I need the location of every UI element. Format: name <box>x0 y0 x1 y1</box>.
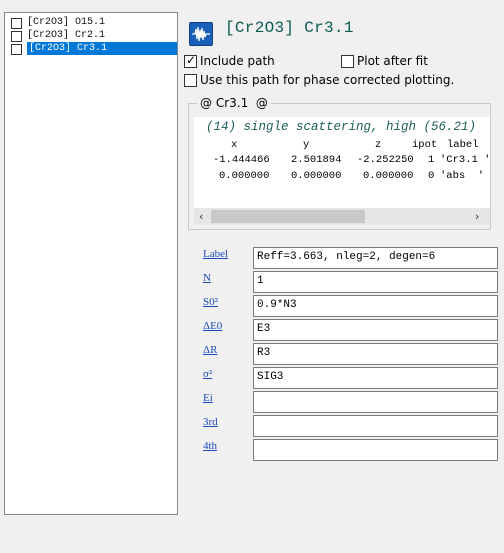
phase-corrected-label: Use this path for phase corrected plotti… <box>200 73 455 87</box>
label-field[interactable]: Reff=3.663, nleg=2, degen=6 <box>253 247 498 269</box>
include-path-label: Include path <box>200 54 275 68</box>
waveform-icon[interactable] <box>189 22 213 46</box>
row-z: -2.252250 <box>357 154 414 166</box>
path-checkbox[interactable] <box>11 18 22 29</box>
path-checkbox[interactable] <box>11 44 22 55</box>
column-header-ipot: ipot <box>412 139 438 151</box>
s02-field[interactable]: 0.9*N3 <box>253 295 498 317</box>
phase-corrected-checkbox[interactable] <box>184 74 197 87</box>
column-header-label: label <box>447 139 479 151</box>
row-label: 'Cr3.1 ' <box>440 154 490 166</box>
column-header-y: y <box>303 139 310 151</box>
path-title: [Cr2O3] Cr3.1 <box>225 19 354 37</box>
path-checkbox[interactable] <box>11 31 22 42</box>
chevron-left-icon[interactable]: ‹ <box>199 210 203 223</box>
feff-group-caption: @ Cr3.1 @ <box>197 96 271 110</box>
row-y: 2.501894 <box>291 154 342 166</box>
plot-after-fit-label: Plot after fit <box>357 54 428 68</box>
include-path-checkbox[interactable]: ✓ <box>184 53 197 68</box>
param-label-delta-e0[interactable]: ΔE0 <box>203 320 222 332</box>
path-list-item-label: [Cr2O3] Cr3.1 <box>27 42 177 55</box>
path-list[interactable]: [Cr2O3] O15.1 [Cr2O3] Cr2.1 [Cr2O3] Cr3.… <box>4 12 178 515</box>
scrollbar-thumb[interactable] <box>211 210 365 223</box>
row-x: 0.000000 <box>219 170 270 182</box>
row-x: -1.444466 <box>213 154 270 166</box>
chevron-right-icon[interactable]: › <box>475 210 479 223</box>
n-field[interactable]: 1 <box>253 271 498 293</box>
param-label-3rd[interactable]: 3rd <box>203 416 218 428</box>
path-list-item-label: [Cr2O3] Cr2.1 <box>27 30 106 41</box>
path-list-item-cr3[interactable]: [Cr2O3] Cr3.1 <box>7 42 177 56</box>
param-label-ei[interactable]: Ei <box>203 392 213 404</box>
path-list-item-label: [Cr2O3] O15.1 <box>27 17 106 28</box>
row-label: 'abs ' <box>440 170 485 182</box>
param-label-s02[interactable]: S0² <box>203 296 218 308</box>
fourth-cumulant-field[interactable] <box>253 439 498 461</box>
row-z: 0.000000 <box>363 170 414 182</box>
third-cumulant-field[interactable] <box>253 415 498 437</box>
column-header-x: x <box>231 139 238 151</box>
feff-path-header: (14) single scattering, high (56.21) <box>206 120 477 134</box>
param-label-sigma2[interactable]: σ² <box>203 368 212 380</box>
delta-e0-field[interactable]: E3 <box>253 319 498 341</box>
sigma2-field[interactable]: SIG3 <box>253 367 498 389</box>
plot-after-fit-checkbox[interactable] <box>341 55 354 68</box>
horizontal-scrollbar[interactable]: ‹ › <box>194 208 490 225</box>
checkmark-icon: ✓ <box>186 53 197 67</box>
param-label-n[interactable]: N <box>203 272 211 284</box>
param-label-label[interactable]: Label <box>203 248 228 260</box>
column-header-z: z <box>375 139 382 151</box>
ei-field[interactable] <box>253 391 498 413</box>
param-label-4th[interactable]: 4th <box>203 440 217 452</box>
row-ipot: 0 <box>428 170 435 182</box>
param-label-delta-r[interactable]: ΔR <box>203 344 217 356</box>
delta-r-field[interactable]: R3 <box>253 343 498 365</box>
feff-path-text[interactable]: (14) single scattering, high (56.21) x y… <box>194 117 490 209</box>
row-ipot: 1 <box>428 154 435 166</box>
row-y: 0.000000 <box>291 170 342 182</box>
